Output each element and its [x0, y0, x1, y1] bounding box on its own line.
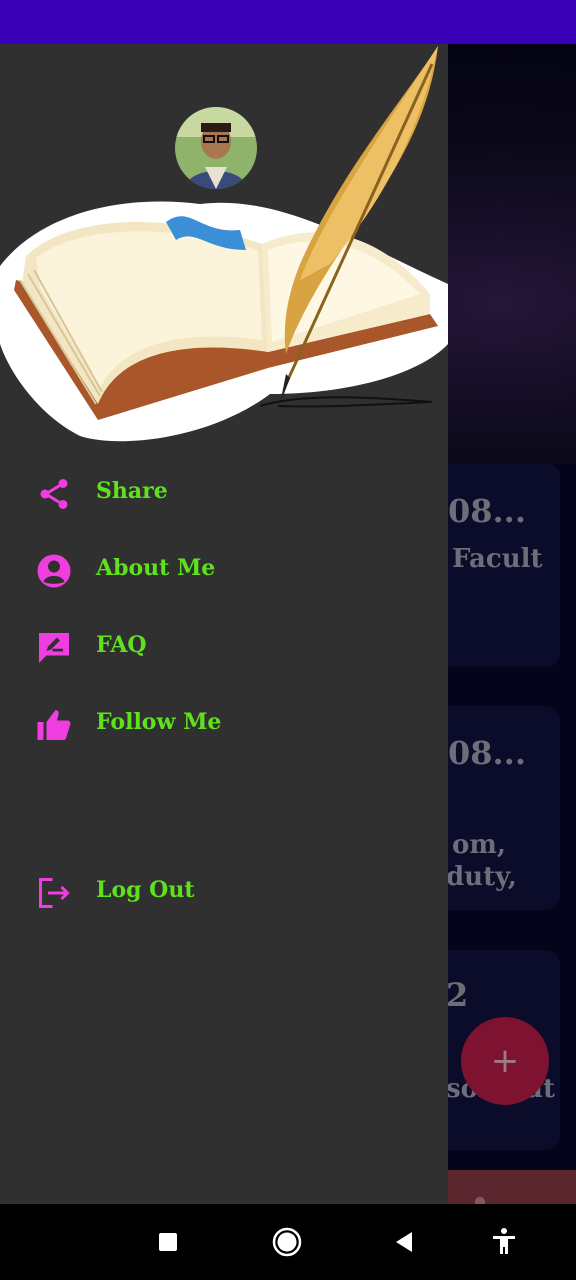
- logout-icon: [39, 878, 70, 908]
- note-card-text: duty,: [446, 862, 517, 892]
- menu-item-follow-me[interactable]: Follow Me: [0, 695, 448, 755]
- menu-item-log-out[interactable]: Log Out: [0, 863, 448, 923]
- rate-review-icon: [39, 633, 69, 663]
- square-icon: [159, 1233, 177, 1251]
- navigation-drawer: Share About Me FAQ Follow Me Log Out: [0, 44, 448, 1204]
- share-icon: [40, 479, 68, 509]
- accessibility-icon: [493, 1228, 515, 1254]
- menu-label: About Me: [96, 555, 216, 581]
- menu-label: Follow Me: [96, 709, 222, 735]
- menu-label: Log Out: [96, 877, 195, 903]
- accessibility-button[interactable]: [484, 1222, 524, 1262]
- menu-item-faq[interactable]: FAQ: [0, 618, 448, 678]
- menu-item-share[interactable]: Share: [0, 464, 448, 524]
- thumb-up-icon: [37, 710, 71, 740]
- note-card-title: 08...: [448, 492, 526, 530]
- menu-label: Share: [96, 478, 168, 504]
- back-button[interactable]: [384, 1222, 424, 1262]
- account-circle-icon: [37, 554, 71, 588]
- note-card-title: 2: [446, 976, 469, 1014]
- back-triangle-icon: [396, 1232, 412, 1252]
- add-note-fab[interactable]: +: [461, 1017, 549, 1105]
- note-card-title: 08...: [448, 734, 526, 772]
- status-bar: [0, 0, 576, 44]
- note-card-text: om,: [452, 830, 506, 860]
- system-navigation-bar: [0, 1204, 576, 1280]
- profile-photo: [175, 107, 257, 189]
- profile-avatar[interactable]: [175, 107, 257, 189]
- menu-item-about-me[interactable]: About Me: [0, 541, 448, 601]
- menu-label: FAQ: [96, 632, 147, 658]
- note-card-text: Facult: [452, 544, 543, 574]
- recents-button[interactable]: [148, 1222, 188, 1262]
- home-button[interactable]: [267, 1222, 307, 1262]
